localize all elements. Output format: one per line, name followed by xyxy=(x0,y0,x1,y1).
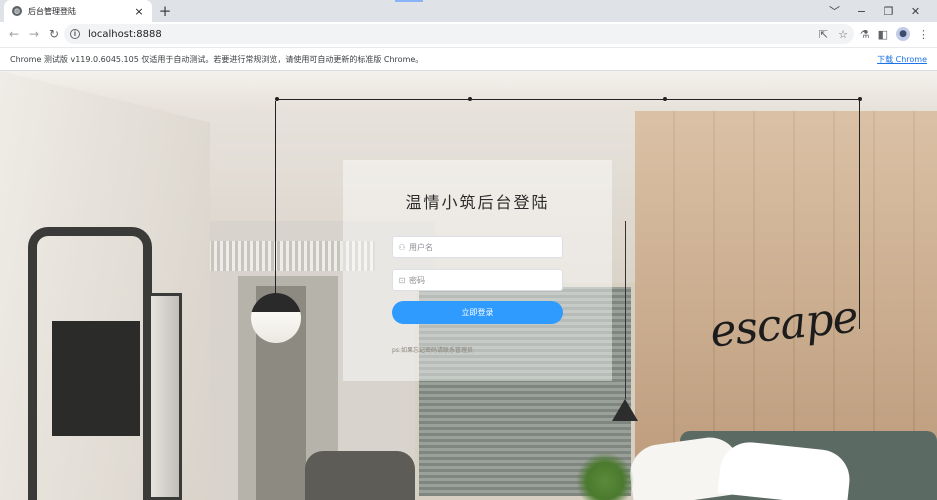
globe-icon: ◍ xyxy=(12,6,22,16)
toolbar-actions: ⚗ ◧ ● ⋮ xyxy=(860,22,929,46)
user-icon: ⚇ xyxy=(398,242,406,252)
browser-toolbar: ← → ↻ i localhost:8888 ⇱ ☆ xyxy=(0,22,937,46)
close-tab-icon[interactable]: × xyxy=(132,5,146,18)
background-wire-dot xyxy=(468,97,472,101)
background-chair xyxy=(305,451,415,500)
login-title: 温情小筑后台登陆 xyxy=(405,193,550,212)
lock-icon: ⊡ xyxy=(398,275,406,285)
infobar-message: Chrome 测试版 v119.0.6045.105 仅适用于自动测试。若要进行… xyxy=(10,54,424,64)
background-lamp2-cord xyxy=(625,221,626,399)
back-arrow-icon[interactable]: ← xyxy=(4,27,24,41)
address-bar[interactable]: i localhost:8888 ⇱ ☆ xyxy=(64,24,854,44)
tab-title: 后台管理登陆 xyxy=(28,6,76,16)
close-window-button[interactable]: ✕ xyxy=(902,5,929,18)
page-viewport: escape 温情小筑后台登陆 ⚇ ⊡ 立即登录 ps:如果忘记密码请联系管理员 xyxy=(0,71,937,500)
username-field[interactable]: ⚇ xyxy=(392,236,563,258)
download-chrome-link[interactable]: 下载 Chrome xyxy=(877,54,927,65)
tab-strip-accent xyxy=(395,0,423,2)
username-input[interactable] xyxy=(409,242,559,252)
star-icon[interactable]: ☆ xyxy=(838,28,848,41)
background-wire-dot xyxy=(663,97,667,101)
share-icon[interactable]: ⇱ xyxy=(819,28,828,41)
reload-icon[interactable]: ↻ xyxy=(44,27,64,41)
automation-infobar: Chrome 测试版 v119.0.6045.105 仅适用于自动测试。若要进行… xyxy=(0,47,937,71)
background-tv xyxy=(52,321,140,436)
minimize-button[interactable]: − xyxy=(848,5,875,18)
password-field[interactable]: ⊡ xyxy=(392,269,563,291)
forward-arrow-icon[interactable]: → xyxy=(24,27,44,41)
login-button[interactable]: 立即登录 xyxy=(392,301,563,324)
tab-search-icon[interactable]: ﹀ xyxy=(821,3,848,19)
window-controls: ﹀ − ❐ ✕ xyxy=(821,0,929,22)
url-text[interactable]: localhost:8888 xyxy=(88,29,162,40)
background-plant xyxy=(575,453,635,500)
extensions-icon[interactable]: ⚗ xyxy=(860,28,870,41)
new-tab-button[interactable]: + xyxy=(156,2,174,20)
maximize-button[interactable]: ❐ xyxy=(875,5,902,18)
menu-icon[interactable]: ⋮ xyxy=(918,28,929,41)
side-panel-icon[interactable]: ◧ xyxy=(878,28,888,41)
background-pendant-lamp-2 xyxy=(612,399,638,421)
login-card: 温情小筑后台登陆 ⚇ ⊡ 立即登录 ps:如果忘记密码请联系管理员 xyxy=(343,160,612,381)
login-hint: ps:如果忘记密码请联系管理员 xyxy=(392,347,473,354)
background-mirror xyxy=(148,293,182,500)
tab-strip: ◍ 后台管理登陆 × + ﹀ − ❐ ✕ xyxy=(0,0,937,22)
browser-tab[interactable]: ◍ 后台管理登陆 × xyxy=(4,0,152,22)
background-pendant-lamp xyxy=(251,293,301,343)
info-icon[interactable]: i xyxy=(70,29,80,39)
password-input[interactable] xyxy=(409,275,559,285)
background-wire-dot xyxy=(858,97,862,101)
profile-icon[interactable]: ● xyxy=(896,27,910,41)
background-lamp-cord xyxy=(275,101,276,293)
